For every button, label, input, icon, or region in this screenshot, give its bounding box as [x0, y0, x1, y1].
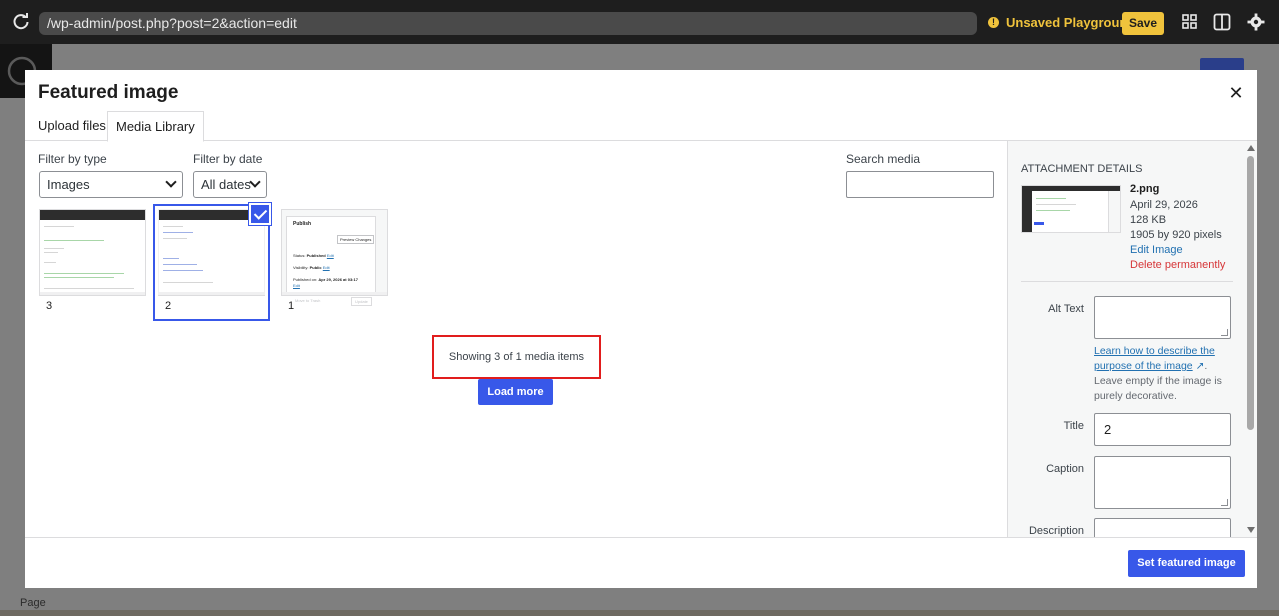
attachment-item-selected[interactable]: 2	[158, 203, 271, 316]
alt-text-help-text: Leave empty if the image is purely decor…	[1094, 375, 1222, 402]
scroll-up-icon[interactable]	[1247, 145, 1255, 151]
reload-icon[interactable]	[12, 13, 30, 31]
title-label: Title	[1063, 420, 1084, 432]
gear-icon[interactable]	[1247, 13, 1265, 31]
publish-title: Publish	[293, 221, 312, 227]
alt-text-field[interactable]	[1094, 296, 1231, 339]
attachment-label: 3	[39, 295, 146, 316]
load-more-button[interactable]: Load more	[478, 379, 553, 405]
attachment-details-sidebar: ATTACHMENT DETAILS 2.png April 29, 2026 …	[1007, 141, 1257, 537]
attachment-filesize: 128 KB	[1130, 214, 1167, 226]
scrollbar-thumb[interactable]	[1247, 156, 1254, 430]
description-field[interactable]	[1094, 518, 1231, 537]
save-button[interactable]: Save	[1122, 12, 1164, 35]
update-button: Update	[351, 297, 372, 306]
attachment-item[interactable]: Publish Preview Changes Status: Publishe…	[281, 209, 388, 316]
preview-changes-button: Preview Changes	[337, 235, 375, 244]
tab-media-library[interactable]: Media Library	[107, 111, 204, 142]
details-divider	[1021, 281, 1233, 282]
attachment-date: April 29, 2026	[1130, 199, 1198, 211]
external-link-icon: ↗	[1192, 360, 1205, 372]
attachment-label: 2	[158, 295, 265, 316]
attachment-filename: 2.png	[1130, 183, 1160, 195]
filter-type-select[interactable]: Images	[39, 171, 183, 198]
unsaved-playground-label[interactable]: Unsaved Playground	[1006, 15, 1135, 30]
search-media-input[interactable]	[846, 171, 994, 198]
scroll-down-icon[interactable]	[1247, 527, 1255, 533]
playground-toolbar: /wp-admin/post.php?post=2&action=edit ! …	[0, 0, 1279, 44]
set-featured-image-button[interactable]: Set featured image	[1128, 550, 1245, 577]
grid-icon[interactable]	[1181, 13, 1199, 31]
published-line: Published on: Apr 29, 2026 at 03:17	[293, 277, 358, 282]
filter-type-label: Filter by type	[38, 152, 107, 166]
attachment-thumbnail	[40, 210, 145, 292]
tab-upload-files[interactable]: Upload files	[30, 111, 114, 141]
visibility-line: Visibility: Public Edit	[293, 265, 330, 270]
chevron-down-icon	[249, 176, 261, 188]
close-icon[interactable]: ✕	[1225, 82, 1247, 104]
filter-date-label: Filter by date	[193, 152, 263, 166]
alt-text-help: Learn how to describe the purpose of the…	[1094, 345, 1222, 402]
search-media-label: Search media	[846, 152, 921, 166]
attachment-preview-image	[1021, 185, 1121, 233]
chevron-down-icon	[165, 176, 177, 188]
filter-date-value: All dates	[201, 177, 251, 192]
url-bar[interactable]: /wp-admin/post.php?post=2&action=edit	[39, 12, 977, 35]
featured-image-modal: Featured image ✕ Upload files Media Libr…	[25, 70, 1257, 588]
modal-title: Featured image	[38, 82, 179, 103]
warning-icon: !	[988, 17, 999, 28]
filter-date-select[interactable]: All dates	[193, 171, 267, 198]
move-to-trash-link: Move to Trash	[295, 298, 321, 303]
backdrop-strip	[0, 610, 1279, 616]
delete-permanently-link[interactable]: Delete permanently	[1130, 259, 1225, 271]
sidebar-toggle-icon[interactable]	[1213, 13, 1231, 31]
attachment-item[interactable]: 3	[39, 209, 146, 316]
media-tabs: Upload files Media Library	[25, 111, 1257, 142]
attachment-details-heading: ATTACHMENT DETAILS	[1021, 163, 1143, 175]
status-line: Status: Published Edit	[293, 253, 334, 258]
checkmark-icon[interactable]	[249, 203, 271, 225]
title-field[interactable]: 2	[1094, 413, 1231, 446]
alt-text-label: Alt Text	[1048, 303, 1084, 315]
description-label: Description	[1028, 525, 1084, 537]
page-label: Page	[20, 597, 46, 609]
filter-type-value: Images	[47, 177, 90, 192]
edit-image-link[interactable]: Edit Image	[1130, 244, 1183, 256]
published-edit-link: Edit	[293, 283, 300, 288]
attachment-thumbnail: Publish Preview Changes Status: Publishe…	[282, 210, 387, 292]
media-count-status: Showing 3 of 1 media items	[432, 335, 601, 379]
modal-toolbar: Set featured image	[25, 537, 1257, 588]
caption-field[interactable]	[1094, 456, 1231, 509]
media-browser: Filter by type Images Filter by date All…	[25, 141, 1007, 537]
attachment-dimensions: 1905 by 920 pixels	[1130, 229, 1222, 241]
caption-label: Caption	[1046, 463, 1084, 475]
